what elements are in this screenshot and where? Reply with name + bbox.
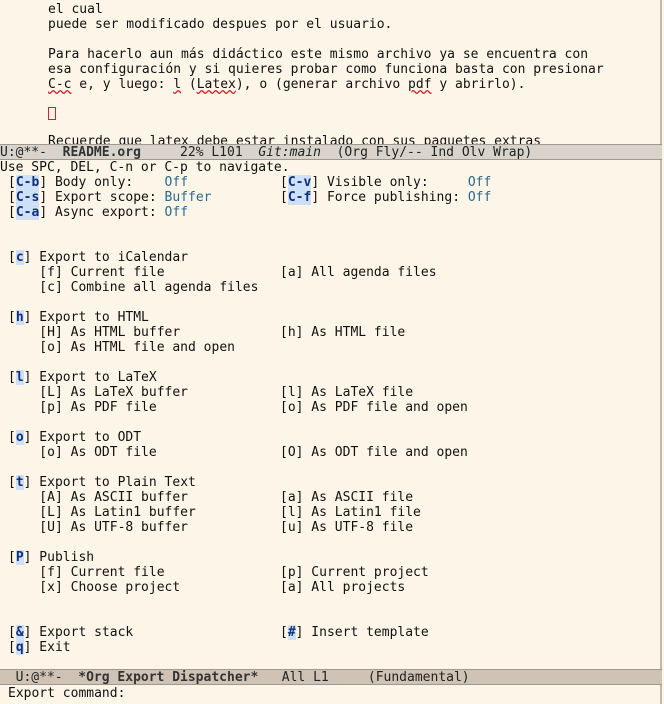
option-label: Visible only: bbox=[319, 175, 468, 190]
spell-word: Latex bbox=[196, 77, 236, 92]
buffer-name: *Org Export Dispatcher* bbox=[78, 670, 259, 685]
section-odt[interactable]: [o] Export to ODT bbox=[8, 430, 141, 445]
doc-line: C-c e, y luego: l (Latex), o (generar ar… bbox=[48, 77, 525, 92]
doc-line: el cual bbox=[48, 2, 103, 17]
bottom-mode-line[interactable]: U:@**- *Org Export Dispatcher* All L1 (F… bbox=[0, 669, 662, 685]
menu-item[interactable]: [p] Current project bbox=[280, 565, 429, 580]
section-title: Export to Plain Text bbox=[31, 475, 196, 490]
menu-item[interactable]: [o] As ODT file bbox=[8, 445, 156, 460]
key-hint: C-b bbox=[15, 175, 40, 190]
key-hint: & bbox=[15, 625, 24, 640]
menu-item[interactable]: [f] Current file bbox=[8, 265, 164, 280]
key-hint: C-v bbox=[287, 175, 312, 190]
key-hint: o bbox=[15, 430, 24, 445]
minibuffer-prompt[interactable]: Export command: bbox=[8, 686, 133, 701]
spell-word: pdf bbox=[408, 77, 432, 92]
buffer-position: 22% L101 bbox=[140, 145, 259, 160]
option-value: Buffer bbox=[164, 190, 212, 205]
emacs-frame: el cual puede ser modificado despues por… bbox=[0, 0, 662, 704]
git-branch: Git:main bbox=[258, 145, 321, 160]
top-mode-line[interactable]: U:@**- README.org 22% L101 Git:main (Org… bbox=[0, 144, 662, 160]
key-hint: C-f bbox=[287, 190, 312, 205]
menu-item[interactable]: [a] As ASCII file bbox=[280, 490, 413, 505]
key-hint: q bbox=[15, 640, 24, 655]
spell-word: C-c bbox=[48, 77, 72, 92]
exit-item[interactable]: [q] Exit bbox=[8, 640, 71, 655]
doc-text: ( bbox=[181, 77, 197, 92]
spell-word: l bbox=[173, 77, 182, 92]
menu-item[interactable]: [f] Current file bbox=[8, 565, 164, 580]
option-visible-only[interactable]: [C-v] Visible only: Off bbox=[280, 175, 491, 190]
section-title: Exit bbox=[31, 640, 71, 655]
menu-item[interactable]: [O] As ODT file and open bbox=[280, 445, 468, 460]
doc-line: esa configuración y si quieres probar co… bbox=[48, 62, 604, 77]
section-title: Export stack bbox=[31, 625, 134, 640]
menu-item[interactable]: [l] As LaTeX file bbox=[280, 385, 413, 400]
option-body-only[interactable]: [C-b] Body only: Off bbox=[8, 175, 188, 190]
option-value: Off bbox=[467, 190, 492, 205]
buffer-position: All L1 bbox=[258, 670, 368, 685]
section-title: Export to ODT bbox=[31, 430, 142, 445]
buffer-name: README.org bbox=[62, 145, 141, 160]
key-hint: P bbox=[15, 550, 24, 565]
menu-item[interactable]: [u] As UTF-8 file bbox=[280, 520, 413, 535]
menu-item[interactable]: [h] As HTML file bbox=[280, 325, 405, 340]
menu-item[interactable]: [x] Choose project bbox=[8, 580, 180, 595]
text-cursor bbox=[48, 107, 56, 120]
section-icalendar[interactable]: [c] Export to iCalendar bbox=[8, 250, 188, 265]
menu-item[interactable]: [l] As Latin1 file bbox=[280, 505, 421, 520]
menu-item[interactable]: [a] All agenda files bbox=[280, 265, 437, 280]
menu-item[interactable]: [H] As HTML buffer bbox=[8, 325, 180, 340]
option-label: Async export: bbox=[47, 205, 165, 220]
text-cursor-line[interactable] bbox=[48, 107, 56, 122]
option-value: Off bbox=[164, 205, 189, 220]
section-html[interactable]: [h] Export to HTML bbox=[8, 310, 149, 325]
option-label: Export scope: bbox=[47, 190, 165, 205]
menu-item[interactable]: [p] As PDF file bbox=[8, 400, 156, 415]
section-title: Export to HTML bbox=[31, 310, 149, 325]
buffer-state: U:@**- bbox=[0, 145, 63, 160]
major-mode: (Fundamental) bbox=[367, 670, 470, 685]
option-value: Off bbox=[164, 175, 189, 190]
menu-item[interactable]: [A] As ASCII buffer bbox=[8, 490, 188, 505]
section-title: Insert template bbox=[303, 625, 429, 640]
section-latex[interactable]: [l] Export to LaTeX bbox=[8, 370, 157, 385]
section-publish[interactable]: [P] Publish bbox=[8, 550, 94, 565]
key-hint: c bbox=[15, 250, 24, 265]
option-label: Body only: bbox=[47, 175, 165, 190]
section-title: Export to LaTeX bbox=[31, 370, 157, 385]
doc-line-partial: Recuerde que latex debe estar instalado … bbox=[48, 134, 542, 144]
menu-item[interactable]: [o] As HTML file and open bbox=[8, 340, 235, 355]
option-force-publishing[interactable]: [C-f] Force publishing: Off bbox=[280, 190, 491, 205]
section-title: Export to iCalendar bbox=[31, 250, 189, 265]
option-value: Off bbox=[467, 175, 492, 190]
key-hint: l bbox=[15, 370, 24, 385]
menu-item[interactable]: [a] All projects bbox=[280, 580, 405, 595]
menu-item[interactable]: [o] As PDF file and open bbox=[280, 400, 468, 415]
key-hint: C-a bbox=[15, 205, 40, 220]
section-plain-text[interactable]: [t] Export to Plain Text bbox=[8, 475, 196, 490]
section-title: Publish bbox=[31, 550, 95, 565]
menu-item[interactable]: [L] As Latin1 buffer bbox=[8, 505, 196, 520]
export-stack-item[interactable]: [&] Export stack bbox=[8, 625, 133, 640]
key-hint: # bbox=[287, 625, 296, 640]
menu-item[interactable]: [L] As LaTeX buffer bbox=[8, 385, 188, 400]
key-hint: h bbox=[15, 310, 24, 325]
doc-text: y abrirlo). bbox=[431, 77, 526, 92]
doc-text: e, y luego: bbox=[71, 77, 174, 92]
doc-text: ), o (generar archivo bbox=[235, 77, 409, 92]
help-line: Use SPC, DEL, C-n or C-p to navigate. bbox=[0, 160, 290, 175]
option-label: Force publishing: bbox=[319, 190, 468, 205]
option-async-export[interactable]: [C-a] Async export: Off bbox=[8, 205, 188, 220]
insert-template-item[interactable]: [#] Insert template bbox=[280, 625, 429, 640]
doc-line: Para hacerlo aun más didáctico este mism… bbox=[48, 47, 589, 62]
menu-item[interactable]: [U] As UTF-8 buffer bbox=[8, 520, 188, 535]
buffer-state: U:@**- bbox=[15, 670, 79, 685]
option-export-scope[interactable]: [C-s] Export scope: Buffer bbox=[8, 190, 212, 205]
menu-item[interactable]: [c] Combine all agenda files bbox=[8, 280, 258, 295]
key-hint: C-s bbox=[15, 190, 40, 205]
major-minor-modes: (Org Fly/-- Ind Olv Wrap) bbox=[320, 145, 533, 160]
doc-line: puede ser modificado despues por el usua… bbox=[48, 17, 393, 32]
key-hint: t bbox=[15, 475, 24, 490]
